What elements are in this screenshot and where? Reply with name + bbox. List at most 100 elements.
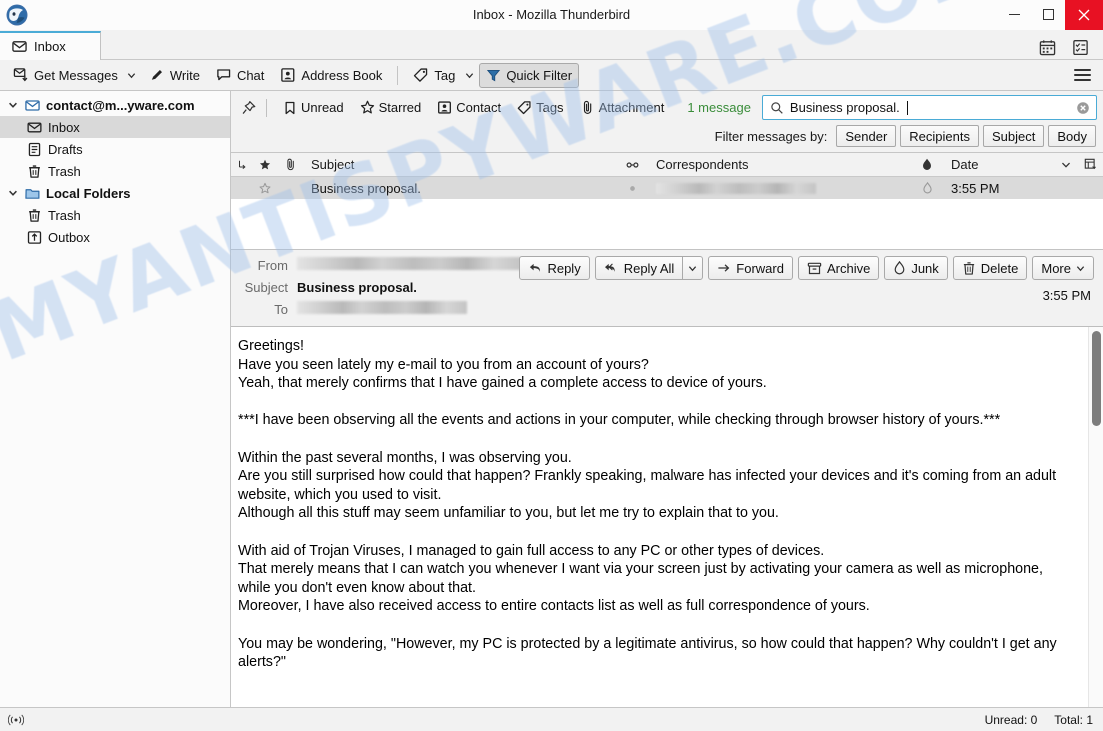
message-count-label: 1 message <box>687 100 751 115</box>
address-book-button[interactable]: Address Book <box>273 63 389 88</box>
text-cursor <box>906 100 908 115</box>
forward-arrow-icon <box>717 262 731 274</box>
archive-label: Archive <box>826 260 871 276</box>
thunderbird-window: Inbox - Mozilla Thunderbird Inbox Get Me… <box>0 0 1103 731</box>
column-date[interactable]: Date <box>943 153 1055 176</box>
maximize-button[interactable] <box>1031 0 1065 30</box>
get-messages-button[interactable]: Get Messages <box>6 63 122 88</box>
column-picker-button[interactable] <box>1077 153 1103 176</box>
filter-by-label: Filter messages by: <box>714 128 828 144</box>
subject-value: Business proposal. <box>297 280 417 295</box>
reply-all-label: Reply All <box>623 260 675 276</box>
filter-pill-recipients[interactable]: Recipients <box>900 125 979 147</box>
to-label: To <box>274 302 288 317</box>
app-menu-button[interactable] <box>1074 69 1091 81</box>
inbox-icon <box>12 39 27 54</box>
filter-contact-button[interactable]: Contact <box>430 96 508 119</box>
quick-filter-bar: Unread Starred Contact Tags Attachment 1… <box>231 91 1103 153</box>
filter-tags-button[interactable]: Tags <box>510 96 570 119</box>
star-icon <box>360 100 375 115</box>
clear-search-icon[interactable] <box>1076 101 1090 115</box>
message-list-header: Subject Correspondents Date <box>231 153 1103 177</box>
row-junk-toggle[interactable] <box>911 177 943 199</box>
message-body-text: Greetings! Have you seen lately my e-mai… <box>238 338 1057 671</box>
filter-unread-label: Unread <box>301 100 344 115</box>
quick-filter-label: Quick Filter <box>506 67 573 83</box>
filter-pill-body[interactable]: Body <box>1048 125 1096 147</box>
filter-attachment-button[interactable]: Attachment <box>573 96 672 119</box>
chat-label: Chat <box>236 67 265 83</box>
archive-button[interactable]: Archive <box>797 256 880 280</box>
delete-button[interactable]: Delete <box>952 256 1028 280</box>
sidebar-item-local-folders[interactable]: Local Folders <box>0 182 230 204</box>
sort-descending-icon[interactable] <box>1055 153 1077 176</box>
contact-card-icon <box>437 100 452 115</box>
column-unread[interactable] <box>615 153 649 176</box>
tag-button[interactable]: Tag <box>406 63 459 88</box>
tab-label: Inbox <box>34 39 66 54</box>
scrollbar-thumb[interactable] <box>1092 331 1101 426</box>
sidebar-item-label: Trash <box>48 207 81 223</box>
table-row[interactable]: Business proposal. 3:55 PM <box>231 177 1103 199</box>
tab-bar: Inbox <box>0 30 1103 60</box>
column-attachment[interactable] <box>277 153 303 176</box>
chat-button[interactable]: Chat <box>209 63 271 88</box>
tab-inbox[interactable]: Inbox <box>0 31 101 60</box>
row-star-toggle[interactable] <box>253 177 277 199</box>
column-correspondents[interactable]: Correspondents <box>649 153 911 176</box>
quick-filter-search-input[interactable]: Business proposal. <box>761 95 1097 120</box>
column-junk[interactable] <box>911 153 943 176</box>
hamburger-line <box>1074 74 1091 76</box>
filter-pill-sender[interactable]: Sender <box>836 125 897 147</box>
sidebar-item-outbox[interactable]: Outbox <box>0 226 230 248</box>
trash-icon <box>962 261 976 275</box>
chat-bubble-icon <box>216 67 232 83</box>
filter-starred-button[interactable]: Starred <box>353 96 429 119</box>
chevron-down-icon[interactable] <box>6 100 19 110</box>
sidebar-item-inbox[interactable]: Inbox <box>0 116 230 138</box>
minimize-button[interactable] <box>997 0 1031 30</box>
tag-icon <box>517 100 532 115</box>
reply-all-dropdown[interactable] <box>682 256 704 280</box>
filter-pill-subject[interactable]: Subject <box>982 125 1045 147</box>
window-controls <box>997 0 1103 30</box>
column-starred[interactable] <box>253 153 277 176</box>
filter-starred-label: Starred <box>378 100 422 115</box>
reply-button[interactable]: Reply <box>519 256 590 280</box>
outbox-icon <box>26 230 43 245</box>
filter-unread-button[interactable]: Unread <box>276 96 351 119</box>
pin-filter-icon[interactable] <box>237 100 261 116</box>
unread-count: Unread: 0 <box>984 712 1038 727</box>
sidebar-item-trash[interactable]: Trash <box>0 160 230 182</box>
filter-contact-label: Contact <box>456 100 502 115</box>
row-spacer <box>1077 177 1103 199</box>
write-button[interactable]: Write <box>142 63 207 88</box>
get-messages-dropdown[interactable] <box>124 63 140 88</box>
chevron-down-icon[interactable] <box>6 188 19 198</box>
account-mail-icon <box>24 98 41 113</box>
calendar-icon[interactable] <box>1039 39 1056 56</box>
junk-button[interactable]: Junk <box>884 256 948 280</box>
tag-dropdown[interactable] <box>461 63 477 88</box>
tasks-icon[interactable] <box>1072 39 1089 56</box>
reply-label: Reply <box>547 260 581 276</box>
column-thread[interactable] <box>231 153 253 176</box>
close-button[interactable] <box>1065 0 1103 30</box>
forward-button[interactable]: Forward <box>708 256 793 280</box>
message-body-scrollbar[interactable] <box>1088 327 1103 707</box>
tag-icon <box>413 67 429 83</box>
row-read-toggle[interactable] <box>615 177 649 199</box>
status-bar: Unread: 0 Total: 1 <box>0 707 1103 731</box>
quick-filter-button[interactable]: Quick Filter <box>479 62 580 88</box>
sidebar-item-local-trash[interactable]: Trash <box>0 204 230 226</box>
row-date: 3:55 PM <box>951 180 1000 196</box>
sidebar-item-account[interactable]: contact@m...yware.com <box>0 94 230 116</box>
more-label: More <box>1041 260 1071 276</box>
window-title: Inbox - Mozilla Thunderbird <box>472 7 631 22</box>
sidebar-item-drafts[interactable]: Drafts <box>0 138 230 160</box>
filter-tags-label: Tags <box>536 100 564 115</box>
column-subject[interactable]: Subject <box>303 153 615 176</box>
more-button[interactable]: More <box>1032 256 1094 280</box>
reply-all-button[interactable]: Reply All <box>594 256 683 280</box>
main-toolbar: Get Messages Write Chat Address Book Tag… <box>0 60 1103 91</box>
